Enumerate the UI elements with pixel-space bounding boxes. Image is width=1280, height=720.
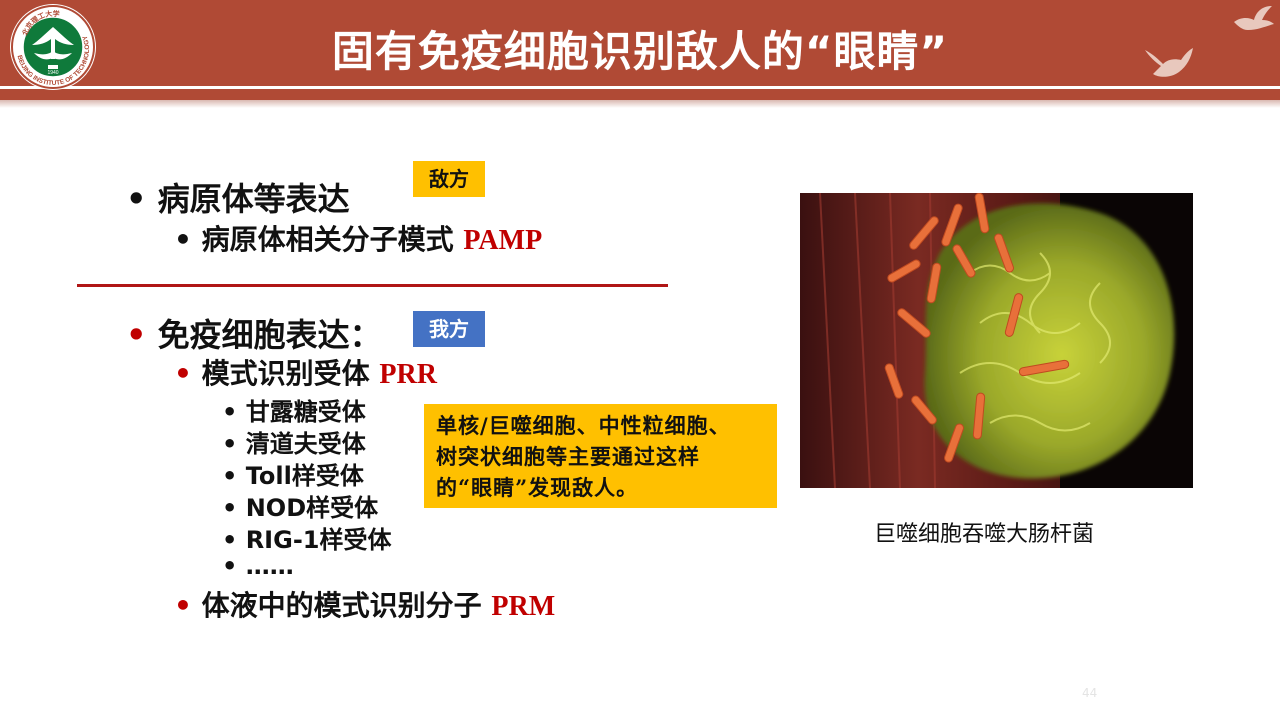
enemy-tag: 敌方 — [413, 161, 485, 197]
receptor-item: • 清道夫受体 — [222, 424, 366, 459]
receptor-text: RIG-1样受体 — [245, 526, 392, 554]
pathogen-heading: 病原体等表达 — [157, 180, 350, 218]
photo-caption: 巨噬细胞吞噬大肠杆菌 — [873, 522, 1094, 547]
bullet-prr: • 模式识别受体 PRR — [174, 352, 437, 392]
bullet-mark: • — [222, 526, 238, 554]
bullet-pathogen: • 病原体等表达 — [126, 174, 350, 220]
receptor-text: 清道夫受体 — [245, 430, 366, 458]
immune-heading: 免疫细胞表达： — [157, 316, 382, 354]
prr-text: 模式识别受体 — [201, 357, 380, 390]
receptor-item: • RIG-1样受体 — [222, 520, 391, 555]
bullet-mark: • — [222, 398, 238, 426]
receptor-text: 甘露糖受体 — [245, 398, 366, 426]
receptor-text: NOD样受体 — [245, 494, 379, 522]
header-shadow — [0, 100, 1280, 108]
bullet-mark: • — [174, 223, 192, 256]
bullet-mark: • — [222, 552, 238, 580]
header-divider-line — [0, 86, 1280, 89]
bullet-mark: • — [174, 589, 192, 622]
bullet-mark: • — [126, 180, 147, 218]
bullet-mark: • — [222, 462, 238, 490]
note-line: 的“眼睛”发现敌人。 — [436, 475, 639, 500]
receptor-item: • NOD样受体 — [222, 488, 378, 523]
prm-text: 体液中的模式识别分子 — [201, 589, 492, 622]
macrophage-micrograph — [800, 193, 1193, 488]
dove-icon — [1234, 6, 1274, 30]
receptor-text: Toll样受体 — [245, 462, 364, 490]
pamp-text: 病原体相关分子模式 — [201, 223, 464, 256]
note-line: 树突状细胞等主要通过这样 — [436, 444, 700, 469]
bullet-pamp: • 病原体相关分子模式 PAMP — [174, 218, 542, 258]
note-box: 单核/巨噬细胞、中性粒细胞、 树突状细胞等主要通过这样 的“眼睛”发现敌人。 — [424, 404, 777, 508]
self-tag: 我方 — [413, 311, 485, 347]
bullet-prm: • 体液中的模式识别分子 PRM — [174, 584, 555, 624]
page-number: 44 — [1082, 686, 1098, 700]
bullet-mark: • — [222, 494, 238, 522]
receptor-item: • Toll样受体 — [222, 456, 364, 491]
section-divider — [77, 284, 668, 287]
prm-abbr: PRM — [491, 591, 556, 622]
receptor-item: • 甘露糖受体 — [222, 392, 366, 427]
page-title: 固有免疫细胞识别敌人的“眼睛” — [331, 27, 949, 76]
dove-icon — [1145, 48, 1193, 77]
prr-abbr: PRR — [379, 359, 437, 390]
bullet-immune: • 免疫细胞表达： — [126, 310, 382, 356]
bullet-mark: • — [174, 357, 192, 390]
receptor-item: • …… — [222, 552, 294, 580]
pamp-abbr: PAMP — [463, 225, 543, 256]
note-line: 单核/巨噬细胞、中性粒细胞、 — [436, 413, 731, 438]
bullet-mark: • — [222, 430, 238, 458]
bullet-mark: • — [126, 316, 147, 354]
receptor-text: …… — [245, 552, 294, 580]
